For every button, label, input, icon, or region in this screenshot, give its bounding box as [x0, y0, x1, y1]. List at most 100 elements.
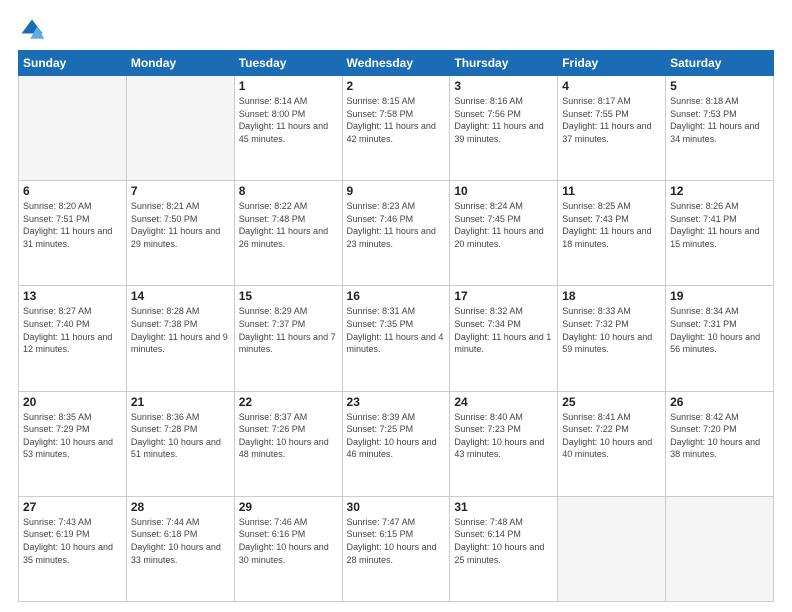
calendar-cell: 10 Sunrise: 8:24 AM Sunset: 7:45 PM Dayli…	[450, 181, 558, 286]
day-info: Sunrise: 8:40 AM Sunset: 7:23 PM Dayligh…	[454, 411, 553, 461]
day-number: 25	[562, 395, 661, 409]
day-number: 1	[239, 79, 338, 93]
day-info: Sunrise: 8:33 AM Sunset: 7:32 PM Dayligh…	[562, 305, 661, 355]
day-info: Sunrise: 7:48 AM Sunset: 6:14 PM Dayligh…	[454, 516, 553, 566]
week-row-3: 20 Sunrise: 8:35 AM Sunset: 7:29 PM Dayli…	[19, 391, 774, 496]
day-number: 10	[454, 184, 553, 198]
day-info: Sunrise: 8:37 AM Sunset: 7:26 PM Dayligh…	[239, 411, 338, 461]
weekday-header-saturday: Saturday	[666, 51, 774, 76]
day-number: 2	[347, 79, 446, 93]
day-number: 17	[454, 289, 553, 303]
week-row-1: 6 Sunrise: 8:20 AM Sunset: 7:51 PM Daylig…	[19, 181, 774, 286]
day-number: 27	[23, 500, 122, 514]
day-number: 8	[239, 184, 338, 198]
day-number: 29	[239, 500, 338, 514]
day-number: 12	[670, 184, 769, 198]
calendar-cell: 20 Sunrise: 8:35 AM Sunset: 7:29 PM Dayli…	[19, 391, 127, 496]
calendar-cell	[558, 496, 666, 601]
day-number: 5	[670, 79, 769, 93]
day-info: Sunrise: 8:20 AM Sunset: 7:51 PM Dayligh…	[23, 200, 122, 250]
day-info: Sunrise: 8:24 AM Sunset: 7:45 PM Dayligh…	[454, 200, 553, 250]
calendar-cell: 14 Sunrise: 8:28 AM Sunset: 7:38 PM Dayli…	[126, 286, 234, 391]
day-number: 28	[131, 500, 230, 514]
calendar-cell: 25 Sunrise: 8:41 AM Sunset: 7:22 PM Dayli…	[558, 391, 666, 496]
calendar-cell: 22 Sunrise: 8:37 AM Sunset: 7:26 PM Dayli…	[234, 391, 342, 496]
weekday-header-thursday: Thursday	[450, 51, 558, 76]
weekday-header-wednesday: Wednesday	[342, 51, 450, 76]
day-info: Sunrise: 7:44 AM Sunset: 6:18 PM Dayligh…	[131, 516, 230, 566]
day-number: 23	[347, 395, 446, 409]
week-row-2: 13Sunrise: 8:27 AM Sunset: 7:40 PM Dayli…	[19, 286, 774, 391]
calendar-table: SundayMondayTuesdayWednesdayThursdayFrid…	[18, 50, 774, 602]
day-number: 26	[670, 395, 769, 409]
calendar-cell: 11Sunrise: 8:25 AM Sunset: 7:43 PM Dayli…	[558, 181, 666, 286]
calendar-cell: 16 Sunrise: 8:31 AM Sunset: 7:35 PM Dayli…	[342, 286, 450, 391]
day-number: 18	[562, 289, 661, 303]
calendar-cell: 24Sunrise: 8:40 AM Sunset: 7:23 PM Dayli…	[450, 391, 558, 496]
day-number: 14	[131, 289, 230, 303]
day-info: Sunrise: 8:31 AM Sunset: 7:35 PM Dayligh…	[347, 305, 446, 355]
day-number: 3	[454, 79, 553, 93]
day-number: 15	[239, 289, 338, 303]
header	[18, 16, 774, 44]
day-number: 9	[347, 184, 446, 198]
day-number: 20	[23, 395, 122, 409]
day-number: 22	[239, 395, 338, 409]
day-number: 7	[131, 184, 230, 198]
calendar-cell: 13Sunrise: 8:27 AM Sunset: 7:40 PM Dayli…	[19, 286, 127, 391]
calendar-cell: 1 Sunrise: 8:14 AM Sunset: 8:00 PM Daylig…	[234, 76, 342, 181]
day-info: Sunrise: 7:47 AM Sunset: 6:15 PM Dayligh…	[347, 516, 446, 566]
day-info: Sunrise: 8:25 AM Sunset: 7:43 PM Dayligh…	[562, 200, 661, 250]
weekday-header-friday: Friday	[558, 51, 666, 76]
weekday-header-sunday: Sunday	[19, 51, 127, 76]
day-number: 16	[347, 289, 446, 303]
calendar-cell: 18 Sunrise: 8:33 AM Sunset: 7:32 PM Dayli…	[558, 286, 666, 391]
day-info: Sunrise: 8:34 AM Sunset: 7:31 PM Dayligh…	[670, 305, 769, 355]
day-info: Sunrise: 8:26 AM Sunset: 7:41 PM Dayligh…	[670, 200, 769, 250]
day-info: Sunrise: 8:41 AM Sunset: 7:22 PM Dayligh…	[562, 411, 661, 461]
calendar-cell: 8 Sunrise: 8:22 AM Sunset: 7:48 PM Daylig…	[234, 181, 342, 286]
calendar-cell: 30 Sunrise: 7:47 AM Sunset: 6:15 PM Dayli…	[342, 496, 450, 601]
day-info: Sunrise: 7:46 AM Sunset: 6:16 PM Dayligh…	[239, 516, 338, 566]
day-info: Sunrise: 8:21 AM Sunset: 7:50 PM Dayligh…	[131, 200, 230, 250]
day-info: Sunrise: 8:36 AM Sunset: 7:28 PM Dayligh…	[131, 411, 230, 461]
calendar-cell: 28 Sunrise: 7:44 AM Sunset: 6:18 PM Dayli…	[126, 496, 234, 601]
calendar-cell: 26Sunrise: 8:42 AM Sunset: 7:20 PM Dayli…	[666, 391, 774, 496]
day-number: 4	[562, 79, 661, 93]
calendar-cell: 19 Sunrise: 8:34 AM Sunset: 7:31 PM Dayli…	[666, 286, 774, 391]
day-number: 19	[670, 289, 769, 303]
day-info: Sunrise: 8:32 AM Sunset: 7:34 PM Dayligh…	[454, 305, 553, 355]
day-number: 13	[23, 289, 122, 303]
day-info: Sunrise: 7:43 AM Sunset: 6:19 PM Dayligh…	[23, 516, 122, 566]
day-number: 6	[23, 184, 122, 198]
day-number: 31	[454, 500, 553, 514]
calendar-cell: 4 Sunrise: 8:17 AM Sunset: 7:55 PM Daylig…	[558, 76, 666, 181]
calendar-cell: 15Sunrise: 8:29 AM Sunset: 7:37 PM Dayli…	[234, 286, 342, 391]
weekday-header-row: SundayMondayTuesdayWednesdayThursdayFrid…	[19, 51, 774, 76]
page: SundayMondayTuesdayWednesdayThursdayFrid…	[0, 0, 792, 612]
calendar-cell: 23Sunrise: 8:39 AM Sunset: 7:25 PM Dayli…	[342, 391, 450, 496]
week-row-4: 27 Sunrise: 7:43 AM Sunset: 6:19 PM Dayli…	[19, 496, 774, 601]
day-info: Sunrise: 8:16 AM Sunset: 7:56 PM Dayligh…	[454, 95, 553, 145]
day-number: 21	[131, 395, 230, 409]
calendar-cell: 5 Sunrise: 8:18 AM Sunset: 7:53 PM Daylig…	[666, 76, 774, 181]
day-info: Sunrise: 8:18 AM Sunset: 7:53 PM Dayligh…	[670, 95, 769, 145]
day-info: Sunrise: 8:15 AM Sunset: 7:58 PM Dayligh…	[347, 95, 446, 145]
calendar-cell: 7 Sunrise: 8:21 AM Sunset: 7:50 PM Daylig…	[126, 181, 234, 286]
calendar-cell: 3 Sunrise: 8:16 AM Sunset: 7:56 PM Daylig…	[450, 76, 558, 181]
weekday-header-monday: Monday	[126, 51, 234, 76]
calendar-cell: 27 Sunrise: 7:43 AM Sunset: 6:19 PM Dayli…	[19, 496, 127, 601]
day-info: Sunrise: 8:17 AM Sunset: 7:55 PM Dayligh…	[562, 95, 661, 145]
day-info: Sunrise: 8:14 AM Sunset: 8:00 PM Dayligh…	[239, 95, 338, 145]
weekday-header-tuesday: Tuesday	[234, 51, 342, 76]
calendar-cell	[19, 76, 127, 181]
calendar-cell	[666, 496, 774, 601]
calendar-cell: 6 Sunrise: 8:20 AM Sunset: 7:51 PM Daylig…	[19, 181, 127, 286]
day-info: Sunrise: 8:35 AM Sunset: 7:29 PM Dayligh…	[23, 411, 122, 461]
calendar-cell: 31 Sunrise: 7:48 AM Sunset: 6:14 PM Dayli…	[450, 496, 558, 601]
day-info: Sunrise: 8:22 AM Sunset: 7:48 PM Dayligh…	[239, 200, 338, 250]
day-number: 30	[347, 500, 446, 514]
week-row-0: 1 Sunrise: 8:14 AM Sunset: 8:00 PM Daylig…	[19, 76, 774, 181]
calendar-cell: 12 Sunrise: 8:26 AM Sunset: 7:41 PM Dayli…	[666, 181, 774, 286]
day-info: Sunrise: 8:28 AM Sunset: 7:38 PM Dayligh…	[131, 305, 230, 355]
